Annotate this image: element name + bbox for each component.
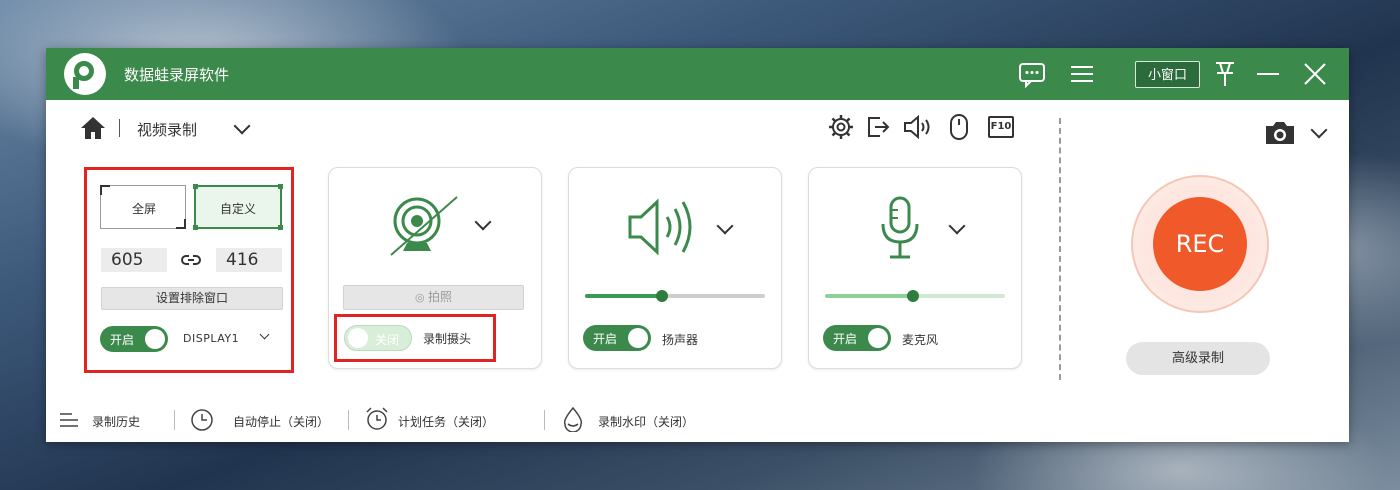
microphone-toggle[interactable]: 开启 bbox=[823, 325, 891, 351]
fullscreen-button[interactable]: 全屏 bbox=[100, 185, 186, 229]
gear-icon[interactable] bbox=[828, 114, 854, 140]
speaker-panel: 开启 扬声器 bbox=[568, 167, 782, 369]
schedule-link[interactable]: 计划任务（关闭） bbox=[398, 413, 494, 430]
app-window: 数据蛙录屏软件 小窗口 视频录制 F10 全屏 自定义 605 416 设置排除… bbox=[46, 48, 1349, 442]
height-input[interactable]: 416 bbox=[216, 248, 282, 272]
speaker-chevron-icon[interactable] bbox=[716, 217, 734, 235]
f10-hotkey-icon[interactable]: F10 bbox=[988, 116, 1014, 138]
auto-stop-link[interactable]: 自动停止（关闭） bbox=[233, 413, 329, 430]
snapshot-camera-icon: ◎ bbox=[414, 291, 429, 304]
snapshot-label: 拍照 bbox=[428, 290, 453, 304]
webcam-chevron-icon[interactable] bbox=[474, 213, 492, 231]
close-icon[interactable] bbox=[1304, 63, 1326, 85]
custom-area-label: 自定义 bbox=[219, 202, 256, 216]
microphone-slider-knob[interactable] bbox=[907, 290, 919, 302]
speaker-volume-icon[interactable] bbox=[627, 198, 695, 256]
recording-area-panel: 全屏 自定义 605 416 设置排除窗口 开启 DISPLAY1 bbox=[84, 167, 294, 373]
display-chevron-icon[interactable] bbox=[259, 329, 270, 340]
microphone-icon[interactable] bbox=[879, 196, 921, 260]
footer-divider bbox=[544, 410, 545, 430]
mouse-icon[interactable] bbox=[949, 113, 969, 141]
microphone-caption: 麦克风 bbox=[902, 333, 939, 347]
speaker-toggle-label: 开启 bbox=[593, 332, 618, 346]
snapshot-button[interactable]: ◎ 拍照 bbox=[343, 285, 524, 310]
title-bar: 数据蛙录屏软件 小窗口 bbox=[46, 48, 1349, 100]
microphone-toggle-label: 开启 bbox=[833, 332, 858, 346]
speaker-icon[interactable] bbox=[903, 115, 935, 139]
footer-divider bbox=[348, 410, 349, 430]
display-select-value[interactable]: DISPLAY1 bbox=[183, 332, 239, 345]
pin-icon[interactable] bbox=[1213, 60, 1237, 88]
home-icon[interactable] bbox=[80, 116, 106, 140]
vertical-separator bbox=[1059, 118, 1061, 380]
export-icon[interactable] bbox=[866, 115, 890, 139]
speaker-caption: 扬声器 bbox=[662, 333, 699, 347]
camera-icon[interactable] bbox=[1264, 120, 1296, 146]
custom-area-button[interactable]: 自定义 bbox=[193, 184, 283, 230]
camera-menu-chevron-icon[interactable] bbox=[1310, 121, 1328, 139]
history-link[interactable]: 录制历史 bbox=[92, 413, 140, 430]
webcam-toggle-label: 关闭 bbox=[375, 333, 400, 347]
rec-button[interactable]: REC bbox=[1153, 197, 1247, 291]
app-logo bbox=[64, 53, 106, 95]
area-toggle-label: 开启 bbox=[110, 333, 135, 347]
advanced-record-button[interactable]: 高级录制 bbox=[1126, 342, 1270, 375]
chat-icon[interactable] bbox=[1018, 62, 1046, 88]
speaker-slider-knob[interactable] bbox=[656, 290, 668, 302]
webcam-toggle[interactable]: 关闭 bbox=[344, 325, 412, 351]
webcam-caption: 录制摄头 bbox=[423, 332, 472, 346]
app-title: 数据蛙录屏软件 bbox=[124, 66, 230, 84]
clock-icon bbox=[191, 409, 213, 431]
microphone-chevron-icon[interactable] bbox=[948, 217, 966, 235]
watermark-link[interactable]: 录制水印（关闭） bbox=[598, 413, 694, 430]
toolbar-divider bbox=[119, 119, 120, 137]
exclude-window-button[interactable]: 设置排除窗口 bbox=[101, 287, 283, 310]
menu-icon[interactable] bbox=[1071, 64, 1093, 84]
watermark-drop-icon bbox=[563, 406, 583, 432]
microphone-volume-slider[interactable] bbox=[825, 290, 1005, 302]
list-icon bbox=[60, 413, 78, 427]
webcam-toggle-highlight: 关闭 录制摄头 bbox=[334, 314, 496, 362]
webcam-off-icon[interactable] bbox=[387, 193, 463, 259]
link-aspect-icon[interactable] bbox=[181, 252, 201, 268]
mode-select-label[interactable]: 视频录制 bbox=[137, 119, 197, 140]
footer-divider bbox=[174, 410, 175, 430]
speaker-volume-slider[interactable] bbox=[585, 290, 765, 302]
speaker-toggle[interactable]: 开启 bbox=[583, 325, 651, 351]
mini-window-button[interactable]: 小窗口 bbox=[1135, 61, 1200, 88]
alarm-clock-icon bbox=[366, 407, 388, 430]
minimize-icon[interactable] bbox=[1257, 72, 1279, 76]
width-input[interactable]: 605 bbox=[101, 248, 167, 272]
area-toggle[interactable]: 开启 bbox=[100, 326, 168, 352]
fullscreen-label: 全屏 bbox=[131, 202, 156, 216]
chevron-down-icon[interactable] bbox=[233, 117, 251, 135]
microphone-panel: 开启 麦克风 bbox=[808, 167, 1022, 369]
